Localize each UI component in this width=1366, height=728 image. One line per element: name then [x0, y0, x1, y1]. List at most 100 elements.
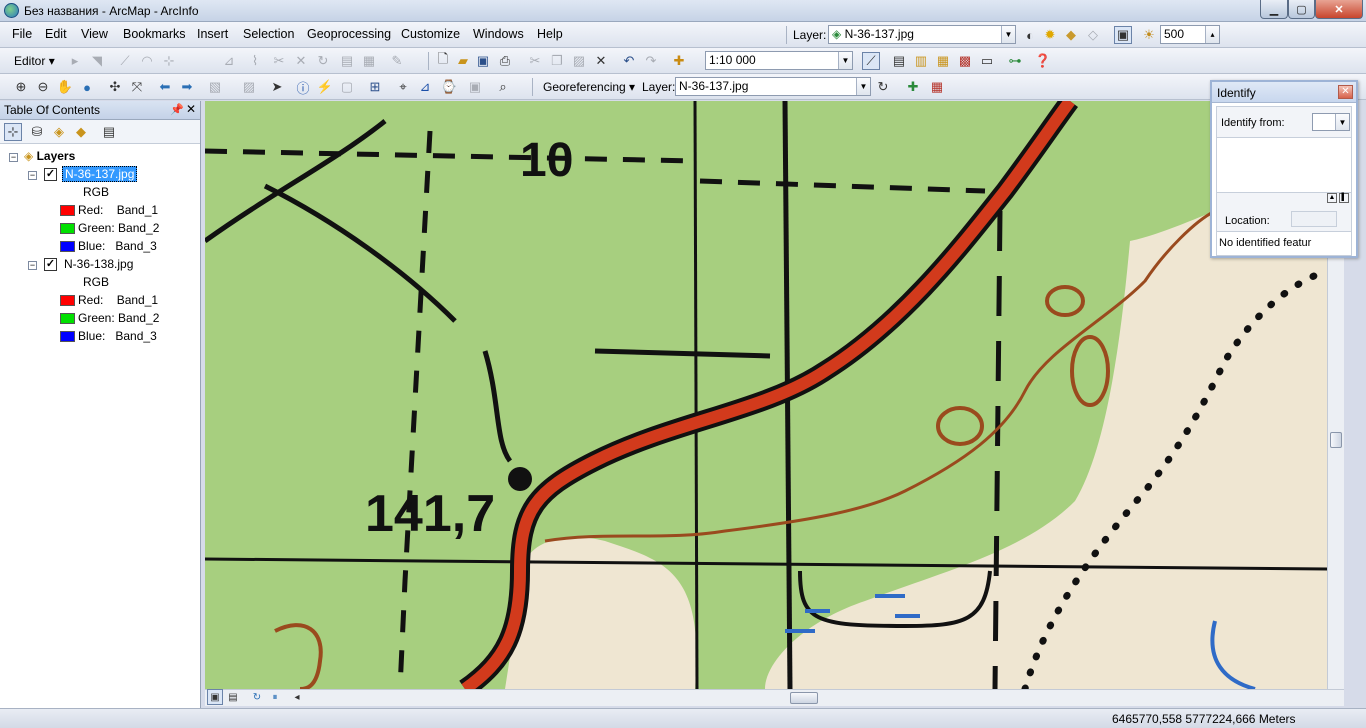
print-icon[interactable]: ⎙	[496, 52, 514, 70]
sketch-properties-icon[interactable]: ▦	[360, 52, 378, 70]
catalog-icon[interactable]: ▥	[912, 52, 930, 70]
menu-view[interactable]: View	[81, 27, 108, 41]
arctoolbox-icon[interactable]: ▩	[956, 52, 974, 70]
save-icon[interactable]: ▣	[474, 52, 492, 70]
close-icon[interactable]: ✕	[1338, 85, 1353, 99]
list-by-source-icon[interactable]: ⛁	[28, 123, 46, 141]
menu-insert[interactable]: Insert	[197, 27, 228, 41]
data-view-icon[interactable]: ▣	[207, 689, 223, 705]
zoom-in-icon[interactable]: ⊕	[12, 78, 30, 96]
cut-icon[interactable]: ✂	[526, 52, 544, 70]
refresh-icon[interactable]: ↻	[249, 689, 265, 705]
blue-band-swatch[interactable]	[60, 241, 75, 252]
delete-icon[interactable]: ✕	[592, 52, 610, 70]
chevron-down-icon[interactable]: ▼	[1001, 26, 1015, 43]
menu-bookmarks[interactable]: Bookmarks	[123, 27, 186, 41]
redo-icon[interactable]: ↷	[642, 52, 660, 70]
menu-file[interactable]: File	[12, 27, 32, 41]
transparency-icon[interactable]: ◆	[1062, 26, 1080, 44]
edit-tool-icon[interactable]: ▸	[66, 52, 84, 70]
paste-icon[interactable]: ▨	[570, 52, 588, 70]
search-window-icon[interactable]: ▦	[934, 52, 952, 70]
edit-annotation-icon[interactable]: ◥	[88, 52, 106, 70]
view-link-table-icon[interactable]: ▦	[928, 78, 946, 96]
edit-vertices-icon[interactable]: ⊿	[220, 52, 238, 70]
fixed-zoom-out-icon[interactable]: ⤧	[128, 78, 146, 96]
list-by-selection-icon[interactable]: ◆	[72, 123, 90, 141]
layer-item-n-36-137[interactable]: N-36-137.jpg	[62, 166, 138, 182]
menu-selection[interactable]: Selection	[243, 27, 294, 41]
straight-segment-icon[interactable]: ⟋	[116, 52, 134, 70]
magnifier-icon[interactable]: ☀	[1140, 26, 1158, 44]
minimize-button[interactable]: ▁	[1260, 0, 1288, 19]
hyperlink-icon[interactable]: ⚡	[316, 78, 334, 96]
layers-root[interactable]: ◈ Layers	[24, 149, 75, 163]
editor-toolbar-icon[interactable]: ⟋	[862, 52, 880, 70]
collapse-icon[interactable]: −	[28, 261, 37, 270]
split-icon[interactable]: ✕	[292, 52, 310, 70]
expand-icon[interactable]: ▲	[1327, 193, 1337, 203]
identify-icon[interactable]: ⓘ	[294, 78, 312, 96]
trace-icon[interactable]: ⊹	[160, 52, 178, 70]
pin-icon[interactable]: 📌	[170, 103, 184, 116]
menu-edit[interactable]: Edit	[45, 27, 67, 41]
cut-polygons-icon[interactable]: ✂	[270, 52, 288, 70]
measure-icon[interactable]: ⊞	[366, 78, 384, 96]
identify-results-tree[interactable]	[1217, 137, 1351, 193]
blue-band-swatch[interactable]	[60, 331, 75, 342]
create-features-icon[interactable]: ✎	[388, 52, 406, 70]
zoom-level-input[interactable]: 500 ▴	[1160, 25, 1220, 44]
html-popup-icon[interactable]: ▢	[338, 78, 356, 96]
select-features-icon[interactable]: ▧	[206, 78, 224, 96]
scroll-thumb[interactable]	[790, 692, 818, 704]
new-document-icon[interactable]: 🗋	[434, 51, 452, 70]
layer-item-n-36-138[interactable]: N-36-138.jpg	[64, 257, 133, 271]
collapse-icon[interactable]: −	[9, 153, 18, 162]
model-builder-icon[interactable]: ⊶	[1006, 52, 1024, 70]
menu-help[interactable]: Help	[537, 27, 563, 41]
chevron-down-icon[interactable]: ▼	[838, 52, 852, 69]
editor-menu[interactable]: Editor ▾	[14, 54, 55, 68]
endpoint-arc-icon[interactable]: ◠	[138, 52, 156, 70]
chevron-down-icon[interactable]: ▼	[856, 78, 870, 95]
zoom-out-icon[interactable]: ⊖	[34, 78, 52, 96]
red-band-swatch[interactable]	[60, 205, 75, 216]
reshape-icon[interactable]: ⌇	[246, 52, 264, 70]
georef-layer-dropdown[interactable]: N-36-137.jpg ▼	[675, 77, 871, 96]
add-control-points-icon[interactable]: ✚	[904, 78, 922, 96]
arcmap-app-icon[interactable]	[4, 3, 19, 18]
brightness-icon[interactable]: ✹	[1041, 26, 1059, 44]
help-icon[interactable]: ❓	[1034, 52, 1052, 70]
close-icon[interactable]: ✕	[186, 102, 196, 116]
contrast-icon[interactable]: ◐	[1021, 26, 1039, 44]
create-viewer-icon[interactable]: ▣	[466, 78, 484, 96]
list-by-visibility-icon[interactable]: ◈	[50, 123, 68, 141]
copy-icon[interactable]: ❐	[548, 52, 566, 70]
layout-view-icon[interactable]: ▤	[225, 689, 241, 705]
add-data-icon[interactable]: ✚	[670, 52, 688, 70]
spin-icon[interactable]: ▴	[1205, 26, 1219, 43]
swipe-icon[interactable]: ◇	[1084, 26, 1102, 44]
identify-from-dropdown[interactable]: ▼	[1312, 113, 1350, 131]
clear-selection-icon[interactable]: ▨	[240, 78, 258, 96]
layer-dropdown[interactable]: ◈ N-36-137.jpg ▼	[828, 25, 1016, 44]
map-view[interactable]: 10 141,7	[205, 101, 1327, 689]
magnify-icon[interactable]: ⌕	[494, 78, 512, 96]
pause-drawing-icon[interactable]: ⏸	[267, 689, 283, 705]
full-extent-icon[interactable]: ●	[78, 78, 96, 96]
maximize-button[interactable]: ▢	[1288, 0, 1315, 19]
menu-customize[interactable]: Customize	[401, 27, 460, 41]
rotate-tool-icon[interactable]: ↻	[874, 78, 892, 96]
green-band-swatch[interactable]	[60, 313, 75, 324]
green-band-swatch[interactable]	[60, 223, 75, 234]
open-folder-icon[interactable]: ▰	[454, 52, 472, 70]
python-window-icon[interactable]: ▭	[978, 52, 996, 70]
scroll-thumb[interactable]	[1330, 432, 1342, 448]
location-field[interactable]	[1291, 211, 1337, 227]
layer-visibility-checkbox[interactable]: ✓	[44, 168, 57, 181]
find-icon[interactable]: ⌖	[394, 78, 412, 96]
collapse-icon[interactable]: −	[28, 171, 37, 180]
fixed-zoom-in-icon[interactable]: ✣	[106, 78, 124, 96]
red-band-swatch[interactable]	[60, 295, 75, 306]
horizontal-scrollbar[interactable]: ▣ ▤ ↻ ⏸ ◂	[205, 689, 1344, 706]
